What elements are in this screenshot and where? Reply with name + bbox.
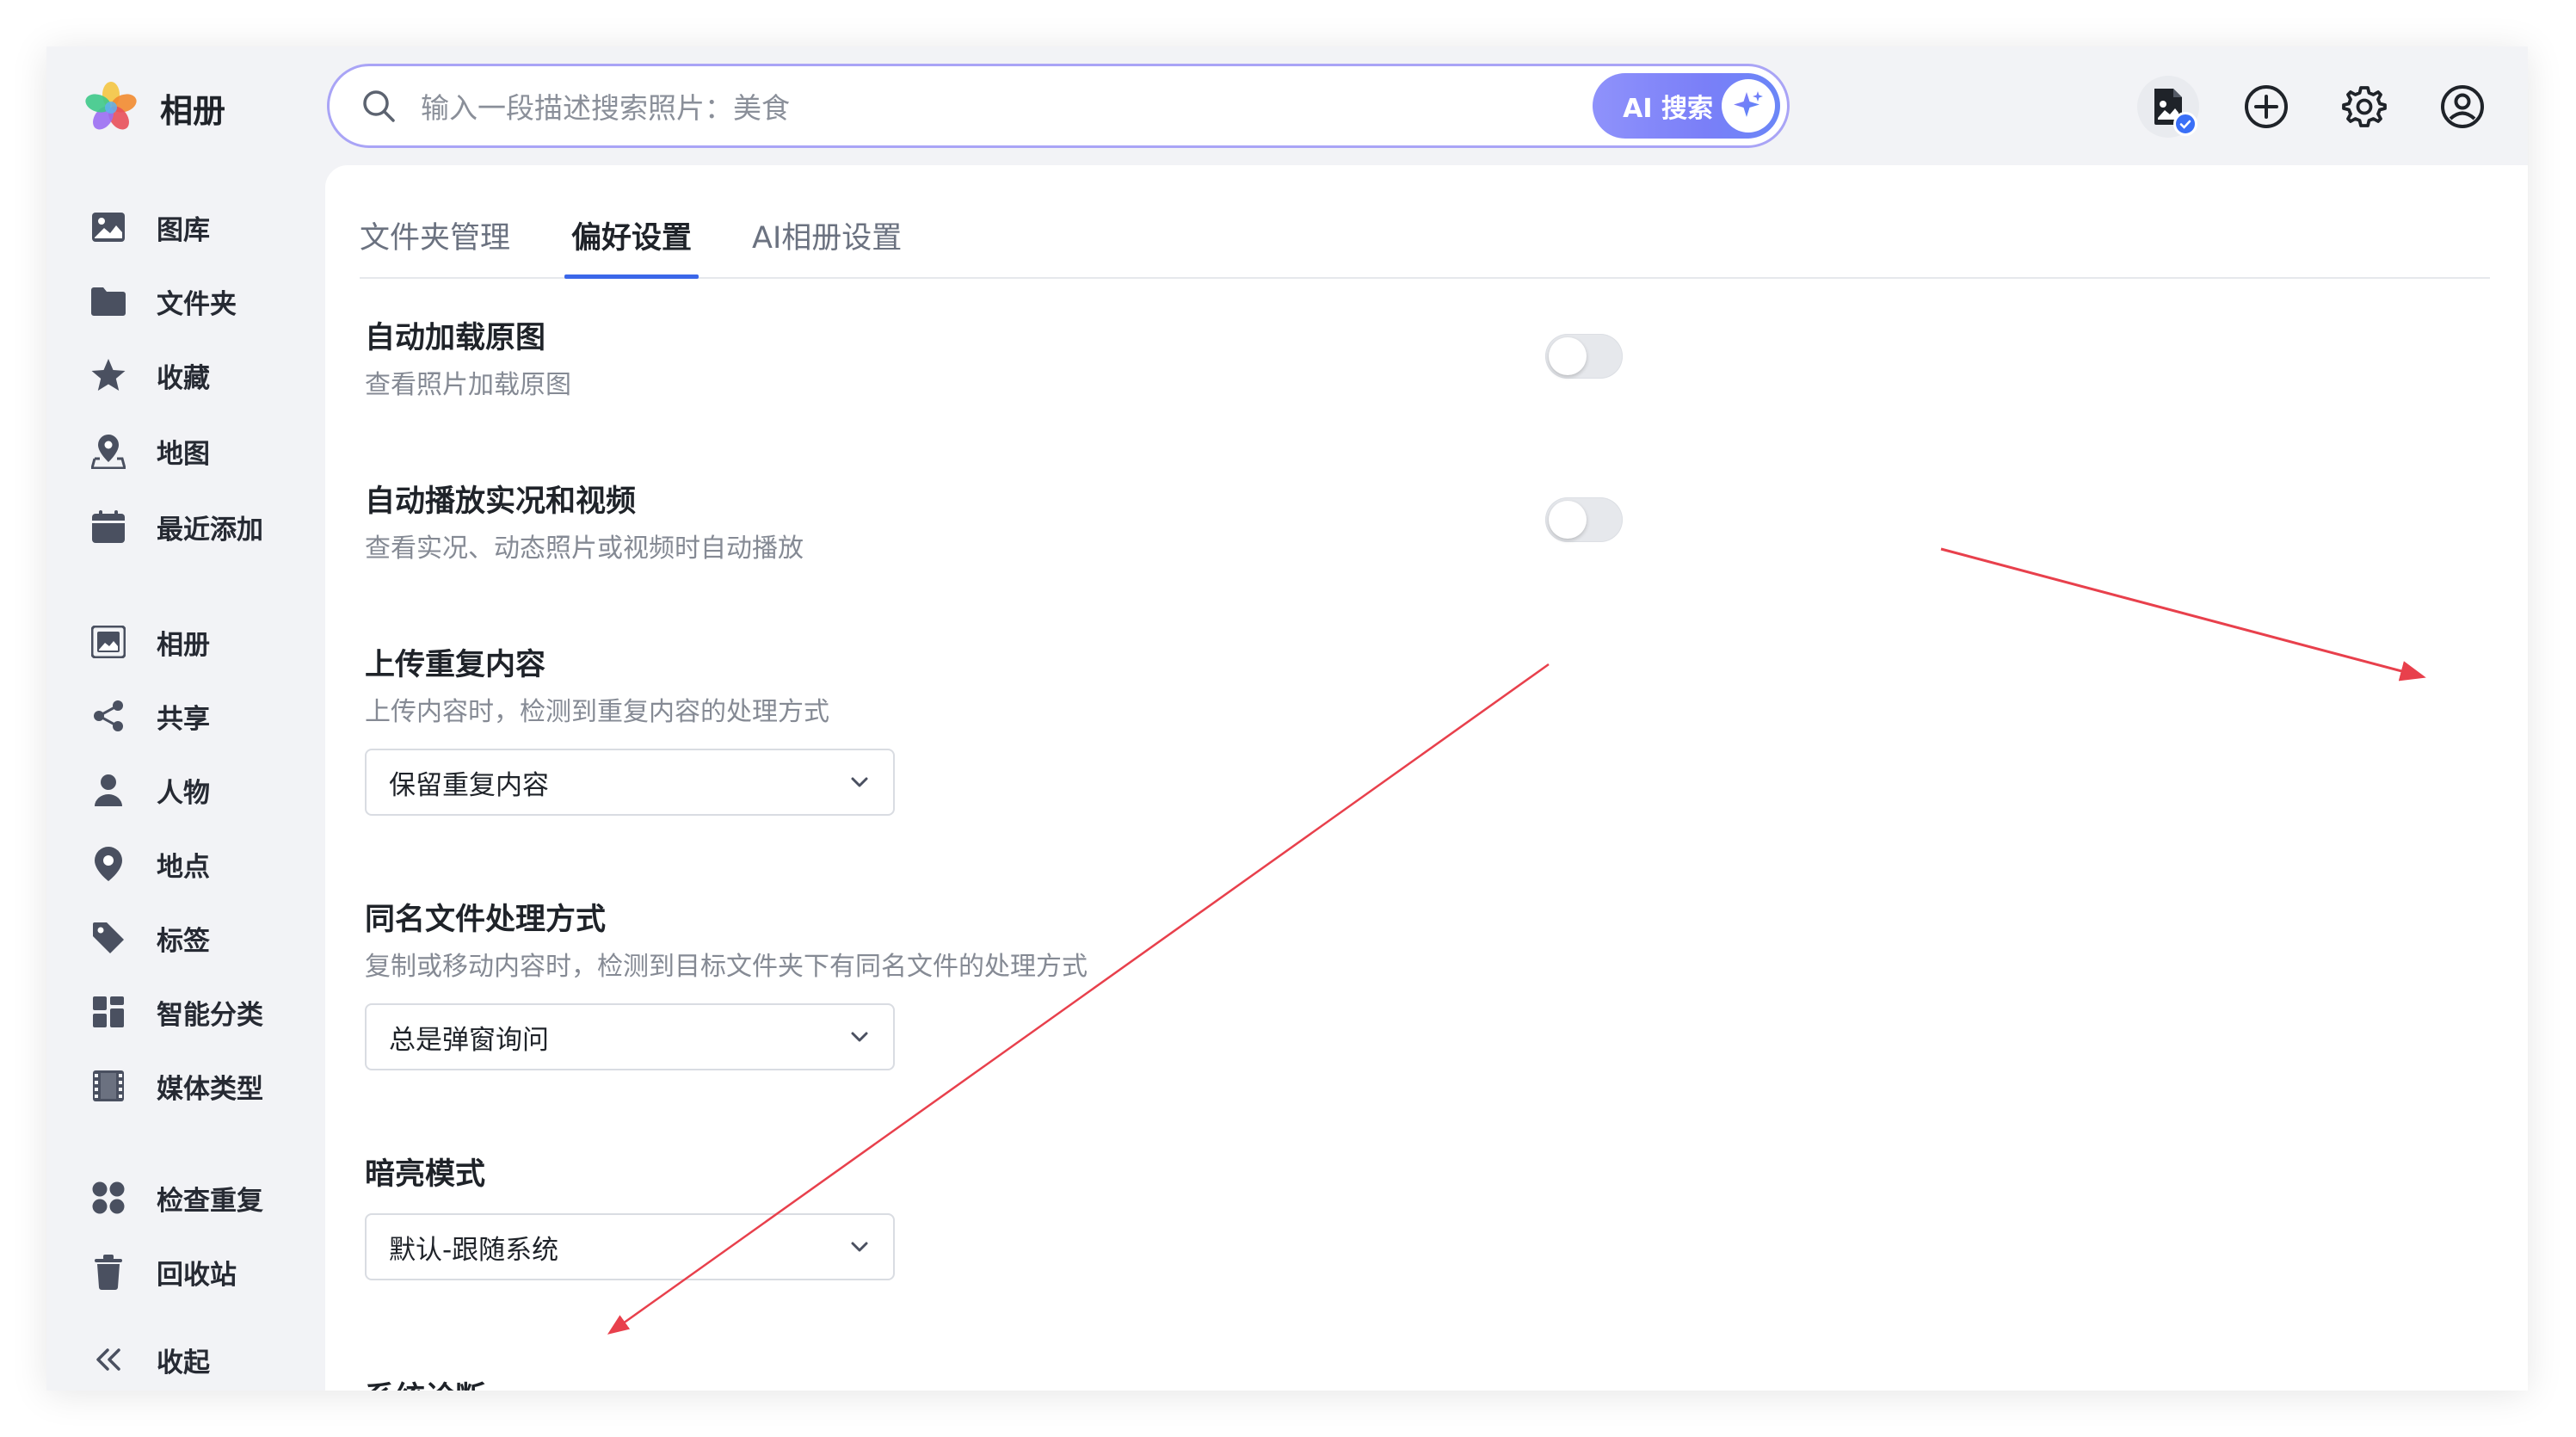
theme-select-value: 默认-跟随系统 bbox=[389, 1234, 559, 1266]
duplicate-title: 上传重复内容 bbox=[365, 648, 546, 682]
film-icon bbox=[89, 1067, 127, 1105]
auto-original-desc: 查看照片加载原图 bbox=[365, 370, 571, 400]
autoplay-toggle[interactable] bbox=[1545, 497, 1623, 542]
search-icon bbox=[363, 90, 395, 122]
sidebar-item-label: 收起 bbox=[157, 1347, 210, 1378]
tab-folder-management[interactable]: 文件夹管理 bbox=[360, 200, 510, 277]
sidebar-item-trash[interactable]: 回收站 bbox=[89, 1246, 237, 1298]
gear-icon[interactable] bbox=[2333, 76, 2395, 138]
sidebar-item-places[interactable]: 地点 bbox=[89, 838, 210, 890]
settings-tabs: 文件夹管理 偏好设置 AI相册设置 bbox=[360, 200, 2490, 279]
search-bar[interactable]: 输入一段描述搜索照片：美食 AI 搜索 bbox=[327, 64, 1790, 148]
search-input[interactable]: 输入一段描述搜索照片：美食 bbox=[421, 85, 1593, 126]
tab-ai-album-settings[interactable]: AI相册设置 bbox=[752, 200, 902, 277]
collapse-icon bbox=[89, 1341, 127, 1378]
duplicate-icon bbox=[89, 1179, 127, 1217]
autoplay-title: 自动播放实况和视频 bbox=[365, 484, 637, 519]
ai-search-label: AI 搜索 bbox=[1623, 94, 1713, 124]
trash-icon bbox=[89, 1253, 127, 1291]
user-circle-icon[interactable] bbox=[2431, 76, 2493, 138]
sidebar-item-media-types[interactable]: 媒体类型 bbox=[89, 1060, 263, 1112]
duplicate-desc: 上传内容时，检测到重复内容的处理方式 bbox=[365, 697, 829, 727]
sidebar-item-tags[interactable]: 标签 bbox=[89, 912, 210, 964]
sidebar-item-recent[interactable]: 最近添加 bbox=[89, 501, 263, 552]
calendar-icon bbox=[89, 508, 127, 546]
folder-icon bbox=[89, 282, 127, 320]
top-toolbar bbox=[2101, 76, 2493, 138]
sidebar-item-smart-categories[interactable]: 智能分类 bbox=[89, 986, 263, 1038]
sidebar-collapse-button[interactable]: 收起 bbox=[89, 1334, 210, 1385]
sidebar-item-favorites[interactable]: 收藏 bbox=[89, 349, 210, 401]
tag-icon bbox=[89, 919, 127, 957]
app-brand: 相册 bbox=[81, 77, 225, 138]
image-icon bbox=[89, 208, 127, 246]
sidebar-item-label: 媒体类型 bbox=[157, 1073, 263, 1105]
same-name-select[interactable]: 总是弹窗询问 bbox=[365, 1003, 895, 1070]
app-window: 相册 输入一段描述搜索照片：美食 AI 搜索 图库 文件夹 收藏 地图 最近添加… bbox=[46, 46, 2528, 1391]
duplicate-select-value: 保留重复内容 bbox=[389, 769, 549, 801]
album-icon bbox=[89, 623, 127, 661]
sidebar-item-map[interactable]: 地图 bbox=[89, 425, 210, 477]
sidebar-item-label: 收藏 bbox=[157, 362, 210, 394]
sidebar-item-label: 回收站 bbox=[157, 1259, 237, 1291]
same-name-desc: 复制或移动内容时，检测到目标文件夹下有同名文件的处理方式 bbox=[365, 952, 1088, 982]
duplicate-select[interactable]: 保留重复内容 bbox=[365, 749, 895, 816]
sidebar-item-label: 人物 bbox=[157, 777, 210, 809]
sidebar-item-folders[interactable]: 文件夹 bbox=[89, 275, 237, 327]
map-icon bbox=[89, 432, 127, 470]
sidebar-item-share[interactable]: 共享 bbox=[89, 690, 210, 742]
location-icon bbox=[89, 845, 127, 883]
chevron-down-icon bbox=[851, 1242, 868, 1252]
chevron-down-icon bbox=[851, 1032, 868, 1042]
sidebar-item-label: 共享 bbox=[157, 703, 210, 735]
app-title: 相册 bbox=[160, 91, 226, 130]
plus-circle-icon[interactable] bbox=[2235, 76, 2297, 138]
toggle-knob bbox=[1549, 337, 1587, 375]
same-name-title: 同名文件处理方式 bbox=[365, 903, 607, 937]
sidebar-item-gallery[interactable]: 图库 bbox=[89, 201, 210, 253]
file-check-icon[interactable] bbox=[2137, 76, 2199, 138]
check-badge-icon bbox=[2173, 112, 2197, 136]
theme-select[interactable]: 默认-跟随系统 bbox=[365, 1213, 895, 1280]
sidebar-item-duplicates[interactable]: 检查重复 bbox=[89, 1172, 263, 1224]
ai-search-button[interactable]: AI 搜索 bbox=[1593, 73, 1780, 139]
photos-logo-icon bbox=[81, 77, 141, 138]
sidebar-item-label: 地图 bbox=[157, 438, 210, 470]
grid-icon bbox=[89, 993, 127, 1031]
diagnosis-title: 系统诊断 bbox=[365, 1373, 485, 1391]
sidebar-item-label: 图库 bbox=[157, 214, 210, 246]
person-icon bbox=[89, 771, 127, 809]
sidebar-item-label: 最近添加 bbox=[157, 514, 263, 546]
share-icon bbox=[89, 697, 127, 735]
sidebar-item-label: 地点 bbox=[157, 851, 210, 883]
sidebar-item-label: 智能分类 bbox=[157, 999, 263, 1031]
auto-original-toggle[interactable] bbox=[1545, 334, 1623, 379]
settings-panel: 文件夹管理 偏好设置 AI相册设置 自动加载原图 查看照片加载原图 自动播放实况… bbox=[325, 165, 2528, 1391]
sidebar-item-albums[interactable]: 相册 bbox=[89, 616, 210, 668]
theme-title: 暗亮模式 bbox=[365, 1157, 486, 1192]
tab-preferences[interactable]: 偏好设置 bbox=[564, 200, 699, 279]
chevron-down-icon bbox=[851, 777, 868, 787]
sidebar-item-label: 标签 bbox=[157, 925, 210, 957]
toggle-knob bbox=[1549, 501, 1587, 539]
sidebar-item-label: 检查重复 bbox=[157, 1185, 263, 1217]
sidebar-item-label: 文件夹 bbox=[157, 288, 237, 320]
same-name-select-value: 总是弹窗询问 bbox=[389, 1024, 549, 1056]
star-icon bbox=[89, 356, 127, 394]
sidebar-item-label: 相册 bbox=[157, 629, 210, 661]
autoplay-desc: 查看实况、动态照片或视频时自动播放 bbox=[365, 533, 804, 564]
sparkle-icon bbox=[1722, 79, 1775, 133]
auto-original-title: 自动加载原图 bbox=[365, 321, 546, 355]
sidebar-item-people[interactable]: 人物 bbox=[89, 764, 210, 816]
